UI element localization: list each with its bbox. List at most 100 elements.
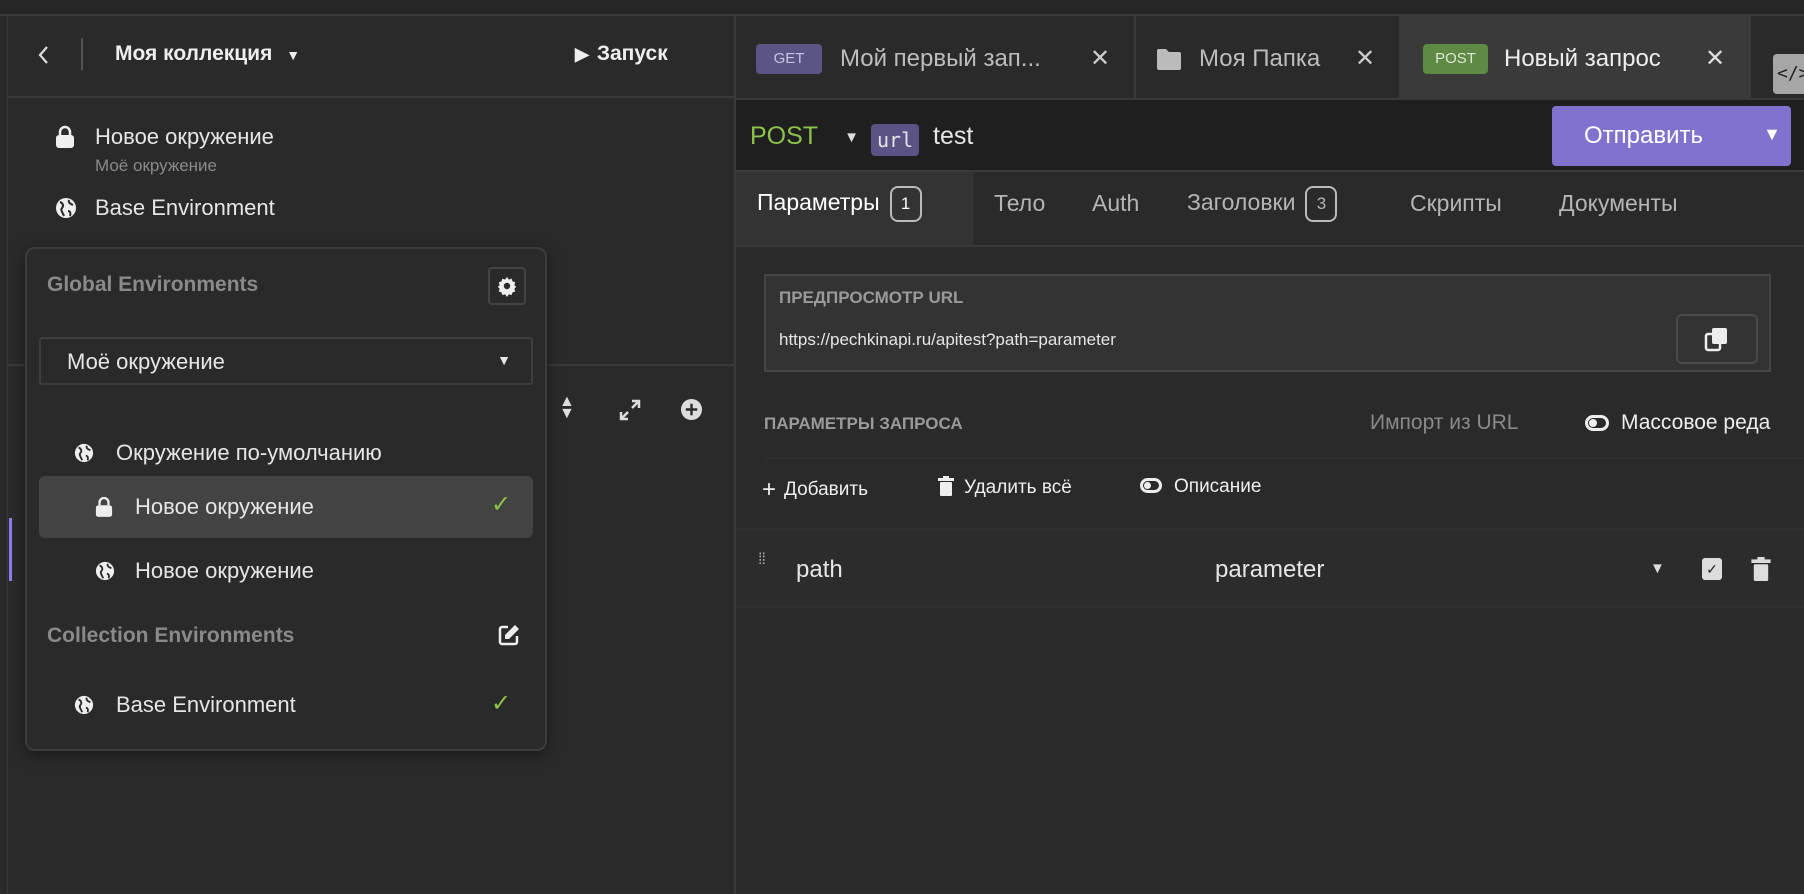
enabled-checkbox[interactable]: ✓: [1702, 558, 1722, 580]
tab-scripts[interactable]: Скрипты: [1410, 190, 1502, 217]
import-from-url-button[interactable]: Импорт из URL: [1370, 411, 1518, 435]
tab-code[interactable]: </>: [1751, 16, 1804, 98]
plus-circle-icon: [680, 398, 703, 421]
drag-handle-icon[interactable]: ⁞⁞: [758, 552, 766, 568]
tab-post-request-active[interactable]: POST Новый запрос ✕: [1401, 16, 1751, 98]
copy-button[interactable]: [1676, 314, 1758, 364]
close-icon[interactable]: ✕: [1090, 44, 1110, 73]
check-icon: ✓: [491, 690, 512, 717]
add-param-button[interactable]: + Добавить: [762, 476, 868, 504]
url-bar: POST ▼ url test Отправить ▼: [736, 98, 1804, 172]
param-value-input[interactable]: parameter: [1215, 556, 1324, 584]
param-name-input[interactable]: path: [796, 556, 843, 584]
divider: [81, 38, 83, 70]
trash-icon[interactable]: [1751, 557, 1771, 581]
base-environment-button[interactable]: Base Environment: [55, 195, 355, 223]
params-heading: ПАРАМЕТРЫ ЗАПРОСА: [764, 414, 963, 433]
tab-folder[interactable]: Моя Папка ✕: [1136, 16, 1401, 98]
method-badge: POST: [1423, 44, 1488, 74]
tab-headers[interactable]: Заголовки 3: [1187, 186, 1338, 222]
copy-icon: [1704, 328, 1727, 352]
tab-label: Параметры: [757, 189, 880, 216]
divider: [764, 457, 1804, 459]
tab-label: Скрипты: [1410, 190, 1502, 216]
expand-button[interactable]: [618, 398, 642, 422]
back-button[interactable]: [37, 44, 51, 66]
sidebar-header: Моя коллекция ▼ ▶ Запуск: [7, 16, 736, 98]
description-label: Описание: [1174, 476, 1262, 497]
url-text: test: [933, 122, 974, 150]
expand-icon: [619, 399, 641, 421]
lock-icon: [56, 125, 74, 148]
environment-dropdown: Global Environments Моё окружение ▼ Окру…: [25, 247, 547, 751]
chevron-down-icon: ▼: [844, 128, 859, 146]
tab-label: Заголовки: [1187, 189, 1296, 216]
url-preview: ПРЕДПРОСМОТР URL https://pechkinapi.ru/a…: [764, 274, 1771, 372]
folder-icon: [1157, 49, 1181, 70]
method-badge: GET: [756, 44, 822, 74]
active-env-name: Новое окружение: [95, 124, 274, 149]
chevron-left-icon: [38, 46, 48, 64]
url-preview-text: https://pechkinapi.ru/apitest?path=param…: [779, 330, 1116, 349]
edit-collection-envs-button[interactable]: [497, 623, 521, 647]
tab-label: Моя Папка: [1199, 45, 1321, 72]
edit-icon: [498, 625, 519, 646]
globe-icon: [74, 443, 94, 463]
tab-label: Auth: [1092, 190, 1140, 216]
close-icon[interactable]: ✕: [1355, 44, 1375, 73]
bulk-edit-toggle[interactable]: Массовое реда: [1585, 411, 1770, 435]
tab-params[interactable]: Параметры 1: [757, 186, 922, 222]
add-button[interactable]: [680, 398, 703, 421]
chevron-down-icon: ▼: [497, 352, 511, 368]
tab-auth[interactable]: Auth: [1092, 190, 1139, 217]
chevron-down-icon[interactable]: ▼: [1650, 560, 1665, 577]
chevron-down-icon[interactable]: ▼: [1763, 124, 1781, 145]
trash-icon: [938, 476, 954, 496]
collection-selector[interactable]: Моя коллекция ▼: [115, 42, 300, 66]
env-item[interactable]: Новое окружение: [39, 545, 533, 597]
play-icon: ▶: [575, 44, 589, 64]
env-item-selected[interactable]: Новое окружение ✓: [39, 476, 533, 538]
workspace-select[interactable]: Моё окружение ▼: [39, 337, 533, 385]
close-icon[interactable]: ✕: [1705, 44, 1725, 73]
chevron-down-icon: ▼: [286, 47, 301, 63]
env-item-label: Новое окружение: [135, 558, 314, 583]
count-badge: 3: [1305, 186, 1338, 222]
add-label: Добавить: [784, 479, 868, 500]
tab-label: Тело: [994, 190, 1046, 216]
active-env-subtitle: Моё окружение: [95, 156, 217, 175]
env-item[interactable]: Окружение по-умолчанию: [39, 427, 533, 479]
collection-env-item[interactable]: Base Environment ✓: [39, 679, 533, 731]
check-icon: ✓: [491, 491, 512, 518]
send-button[interactable]: Отправить ▼: [1552, 106, 1791, 166]
description-toggle[interactable]: Описание: [1140, 476, 1261, 498]
delete-all-label: Удалить всё: [964, 477, 1072, 498]
tab-label: Мой первый зап...: [840, 45, 1041, 72]
sort-button[interactable]: ▲ ▼: [559, 393, 575, 422]
base-env-label: Base Environment: [95, 195, 275, 220]
divider: [736, 245, 1804, 247]
code-icon: </>: [1773, 54, 1804, 94]
gear-icon: [497, 276, 517, 297]
settings-button[interactable]: [488, 267, 526, 305]
globe-icon: [56, 198, 76, 218]
delete-all-button[interactable]: Удалить всё: [938, 476, 1072, 499]
method-select[interactable]: POST ▼: [750, 122, 859, 151]
plus-icon: +: [762, 476, 777, 503]
tab-body[interactable]: Тело: [994, 190, 1045, 217]
param-row: ⁞⁞ path parameter ▼ ✓: [736, 528, 1804, 608]
send-label: Отправить: [1584, 122, 1704, 149]
collection-environments-heading: Collection Environments: [47, 624, 295, 647]
count-badge: 1: [889, 186, 922, 222]
toggle-icon: [1140, 478, 1162, 493]
tab-label: Документы: [1559, 190, 1678, 216]
selected-item-indicator: [9, 518, 12, 581]
workspace-select-value: Моё окружение: [67, 349, 225, 374]
window-top-strip: [0, 0, 1804, 16]
env-item-label: Окружение по-умолчанию: [116, 440, 382, 465]
tab-docs[interactable]: Документы: [1559, 190, 1678, 217]
sort-icon: ▲ ▼: [559, 393, 575, 422]
run-button[interactable]: ▶ Запуск: [575, 42, 668, 66]
tab-get-request[interactable]: GET Мой первый зап... ✕: [736, 16, 1136, 98]
globe-icon: [95, 561, 115, 581]
